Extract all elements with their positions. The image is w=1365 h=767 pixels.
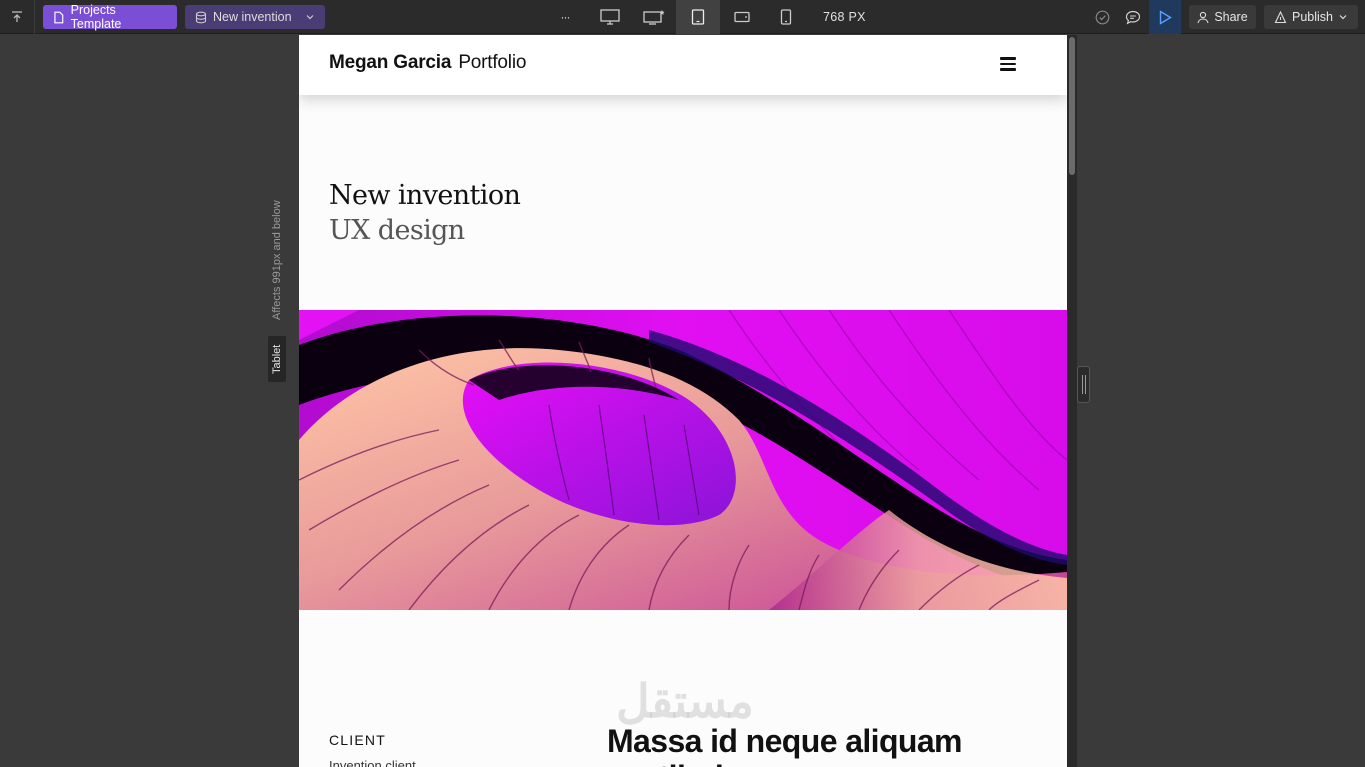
canvas-resize-handle[interactable] xyxy=(1077,366,1090,403)
page-selector-label: New invention xyxy=(213,10,292,24)
user-icon xyxy=(1197,11,1209,23)
chevron-down-icon xyxy=(306,15,314,20)
mobile-portrait-breakpoint-button[interactable] xyxy=(764,0,808,34)
collapse-panel-button[interactable] xyxy=(0,0,35,34)
project-headline-continued: vestibulum xyxy=(607,759,771,767)
canvas-width-readout: 768 PX xyxy=(823,10,866,24)
database-icon xyxy=(195,11,207,23)
chevron-down-icon xyxy=(1339,15,1347,20)
project-title: New invention xyxy=(329,180,521,211)
mobile-landscape-breakpoint-button[interactable] xyxy=(720,0,764,34)
preview-button[interactable] xyxy=(1149,0,1181,34)
publish-label: Publish xyxy=(1292,10,1333,24)
site-navbar[interactable]: Megan Garcia Portfolio xyxy=(299,35,1067,95)
mobile-landscape-icon xyxy=(734,11,750,23)
comment-icon xyxy=(1125,10,1141,24)
play-icon xyxy=(1159,9,1172,25)
share-label: Share xyxy=(1214,10,1248,24)
top-toolbar: Projects Template New invention ··· 768 … xyxy=(0,0,1365,34)
check-circle-icon xyxy=(1095,10,1109,24)
desktop-icon xyxy=(600,9,620,25)
brand-name: Megan Garcia xyxy=(329,52,452,73)
publish-button[interactable]: Publish xyxy=(1264,5,1358,29)
desktop-star-icon xyxy=(643,10,665,25)
breakpoint-device-label: Tablet xyxy=(268,336,286,382)
mobile-portrait-icon xyxy=(780,9,792,25)
client-label: CLIENT xyxy=(329,732,386,748)
project-template-button[interactable]: Projects Template xyxy=(43,3,177,31)
rocket-icon xyxy=(1274,10,1287,23)
client-value: Invention client xyxy=(329,758,416,767)
page-icon xyxy=(54,11,64,23)
abstract-architecture-image xyxy=(299,310,1067,610)
page-selector[interactable]: New invention xyxy=(185,5,325,29)
watermark-logo: مستقل xyxy=(616,675,754,727)
brand-suffix: Portfolio xyxy=(458,52,527,73)
desktop-breakpoint-button[interactable] xyxy=(588,0,632,34)
tablet-icon xyxy=(691,9,705,25)
breakpoint-indicator: Affects 991px and below Tablet xyxy=(268,194,286,382)
project-template-label: Projects Template xyxy=(70,3,122,31)
site-brand[interactable]: Megan Garcia Portfolio xyxy=(329,52,526,74)
audit-check-button[interactable] xyxy=(1090,0,1114,34)
more-options-button[interactable]: ··· xyxy=(553,0,577,34)
comments-button[interactable] xyxy=(1121,0,1145,34)
canvas-scrollbar-thumb[interactable] xyxy=(1069,37,1075,175)
desktop-base-breakpoint-button[interactable] xyxy=(632,0,676,34)
arrow-up-bar-icon xyxy=(12,11,22,22)
menu-icon[interactable] xyxy=(1000,57,1016,71)
tablet-breakpoint-button[interactable] xyxy=(676,0,720,34)
project-category: UX design xyxy=(329,215,465,246)
design-canvas[interactable]: Megan Garcia Portfolio New invention UX … xyxy=(299,35,1067,767)
breakpoint-affects-label: Affects 991px and below xyxy=(271,200,283,320)
designer-app: Projects Template New invention ··· 768 … xyxy=(0,0,1365,767)
project-hero-image[interactable] xyxy=(299,310,1067,610)
share-button[interactable]: Share xyxy=(1189,5,1256,29)
